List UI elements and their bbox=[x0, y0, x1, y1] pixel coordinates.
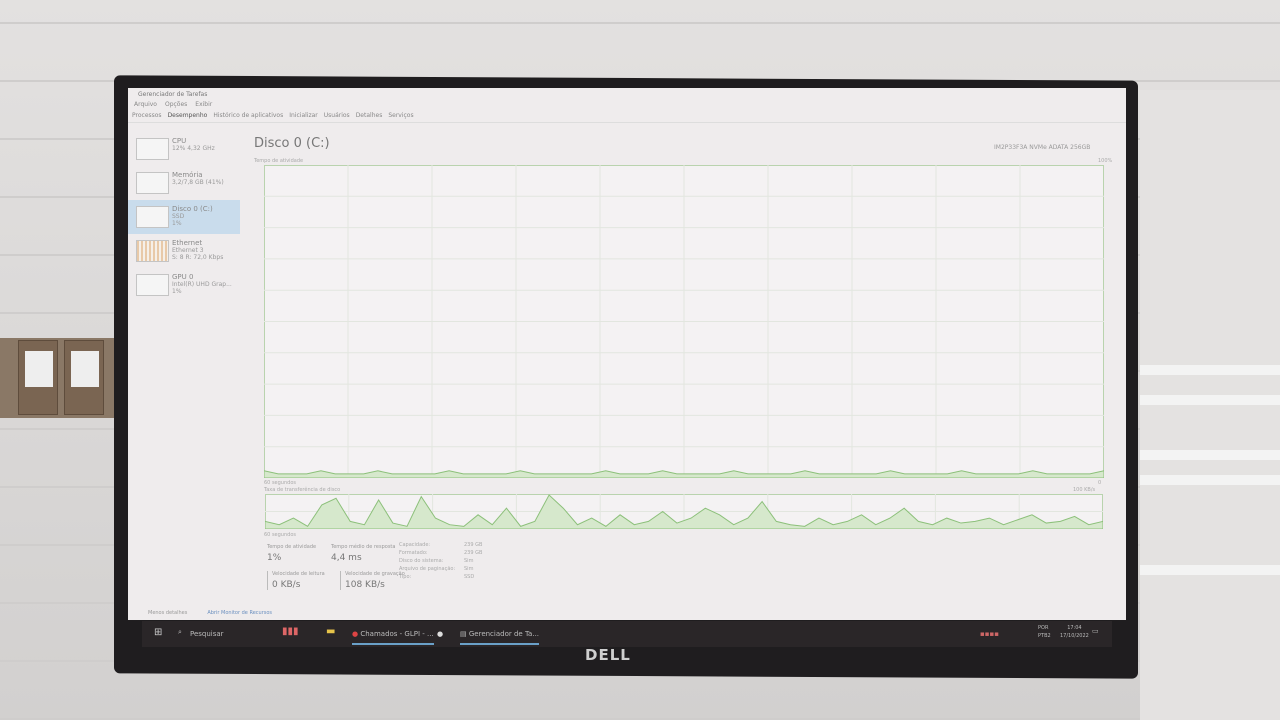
sidebar-item-name: CPU bbox=[172, 137, 187, 145]
sidebar-item-detail: 1% bbox=[172, 288, 182, 295]
property-label: Arquivo de paginação: bbox=[399, 566, 456, 572]
tab-inicializar[interactable]: Inicializar bbox=[289, 112, 318, 119]
thumbnail-graph bbox=[136, 274, 169, 296]
property-value: Sim bbox=[464, 558, 474, 564]
sidebar-item-detail: 12% 4,32 GHz bbox=[172, 145, 215, 152]
chart1-max: 100% bbox=[1098, 158, 1113, 164]
performance-sidebar: CPU 12% 4,32 GHz Memória 3,2/7,8 GB (41%) Di… bbox=[128, 132, 240, 602]
tab-detalhes[interactable]: Detalhes bbox=[356, 112, 383, 119]
task-manager-icon: ▤ bbox=[460, 630, 467, 638]
stat-response-time: Tempo médio de resposta 4,4 ms bbox=[331, 544, 396, 563]
active-time-chart bbox=[264, 165, 1104, 478]
search-icon: ⌕ bbox=[178, 628, 182, 636]
property-label: Formatado: bbox=[399, 550, 428, 556]
tab-desempenho[interactable]: Desempenho bbox=[168, 112, 208, 119]
property-label: Tipo: bbox=[399, 574, 412, 580]
property-value: 239 GB bbox=[464, 542, 483, 548]
app-icon[interactable]: ● bbox=[437, 630, 443, 638]
tab-processos[interactable]: Processos bbox=[132, 112, 162, 119]
sidebar-item[interactable]: Disco 0 (C:) SSD 1% bbox=[128, 200, 240, 234]
menu-bar: Arquivo Opções Exibir bbox=[128, 100, 1126, 109]
sidebar-item-detail: 1% bbox=[172, 220, 182, 227]
chart1-label: Tempo de atividade bbox=[254, 158, 304, 164]
task-manager-window: Gerenciador de Tarefas Arquivo Opções Exib… bbox=[128, 88, 1126, 620]
thumbnail-graph bbox=[136, 240, 169, 262]
sidebar-item-name: Ethernet bbox=[172, 239, 203, 247]
tray-icons[interactable]: ▪▪▪▪ bbox=[980, 630, 999, 638]
thumbnail-graph bbox=[136, 138, 169, 160]
sidebar-item[interactable]: CPU 12% 4,32 GHz bbox=[128, 132, 240, 166]
property-label: Disco do sistema: bbox=[399, 558, 444, 564]
sidebar-item[interactable]: Ethernet Ethernet 3 S: 8 R: 72,0 Kbps bbox=[128, 234, 240, 268]
start-icon[interactable]: ⊞ bbox=[154, 627, 162, 638]
less-details-button[interactable]: Menos detalhes bbox=[148, 610, 187, 616]
right-shelf bbox=[1140, 90, 1280, 720]
sidebar-item-name: Memória bbox=[172, 171, 203, 179]
property-value: Sim bbox=[464, 566, 474, 572]
chart2-max: 100 KB/s bbox=[1073, 487, 1096, 493]
dell-logo: DELL bbox=[585, 646, 631, 664]
stat-active-time: Tempo de atividade 1% bbox=[267, 544, 317, 563]
taskbar: ⊞ ⌕ Pesquisar ▮▮▮ ▬ ● Chamados - GLPI - … bbox=[142, 621, 1112, 647]
chart1-time: 60 segundos bbox=[264, 480, 296, 486]
chart2-time: 60 segundos bbox=[264, 532, 296, 538]
sidebar-item-detail: SSD bbox=[172, 213, 185, 220]
disk-properties: Capacidade: 239 GB Formatado: 239 GB Disco d… bbox=[399, 542, 484, 580]
sidebar-item-detail: Intel(R) UHD Grap... bbox=[172, 281, 232, 288]
sidebar-item-detail: 3,2/7,8 GB (41%) bbox=[172, 179, 224, 186]
tab-serviços[interactable]: Serviços bbox=[388, 112, 413, 119]
chart2-label: Taxa de transferência de disco bbox=[264, 487, 341, 493]
notification-icon[interactable]: ▭ bbox=[1092, 627, 1099, 635]
sidebar-item-detail: Ethernet 3 bbox=[172, 247, 204, 254]
pinned-apps-icon[interactable]: ▮▮▮ bbox=[282, 626, 299, 637]
tab-histórico-de-aplicativos[interactable]: Histórico de aplicativos bbox=[213, 112, 283, 119]
taskbar-search[interactable]: Pesquisar bbox=[190, 630, 224, 638]
page-title: Disco 0 (C:) bbox=[254, 136, 330, 151]
file-explorer-icon[interactable]: ▬ bbox=[326, 626, 335, 637]
tab-bar: Processos Desempenho Histórico de aplicati… bbox=[128, 109, 1126, 123]
binder-box bbox=[64, 340, 104, 415]
taskbar-app-chrome[interactable]: ● Chamados - GLPI - ... bbox=[352, 630, 434, 645]
transfer-rate-chart bbox=[265, 494, 1103, 529]
open-resource-monitor-link[interactable]: Abrir Monitor de Recursos bbox=[207, 610, 272, 616]
thumbnail-graph bbox=[136, 206, 169, 228]
chart1-min: 0 bbox=[1098, 480, 1102, 486]
property-label: Capacidade: bbox=[399, 542, 431, 548]
property-value: SSD bbox=[464, 574, 475, 580]
menu-item[interactable]: Exibir bbox=[195, 101, 212, 108]
binder-box bbox=[18, 340, 58, 415]
disk-model: IM2P33F3A NVMe ADATA 256GB bbox=[994, 144, 1091, 151]
menu-item[interactable]: Opções bbox=[165, 101, 187, 108]
clock[interactable]: 17:04 17/10/2022 bbox=[1060, 624, 1089, 640]
sidebar-item-name: GPU 0 bbox=[172, 273, 194, 281]
property-value: 239 GB bbox=[464, 550, 483, 556]
stat-write-speed: Velocidade de gravação 108 KB/s bbox=[340, 571, 405, 590]
sidebar-item-name: Disco 0 (C:) bbox=[172, 205, 213, 213]
sidebar-item[interactable]: Memória 3,2/7,8 GB (41%) bbox=[128, 166, 240, 200]
sidebar-item-detail: S: 8 R: 72,0 Kbps bbox=[172, 254, 224, 261]
menu-item[interactable]: Arquivo bbox=[134, 101, 157, 108]
tab-usuários[interactable]: Usuários bbox=[324, 112, 350, 119]
taskbar-app-task-manager[interactable]: ▤ Gerenciador de Ta... bbox=[460, 630, 540, 645]
thumbnail-graph bbox=[136, 172, 169, 194]
chrome-icon: ● bbox=[352, 630, 359, 638]
language-indicator[interactable]: POR PTB2 bbox=[1038, 624, 1051, 640]
sidebar-item[interactable]: GPU 0 Intel(R) UHD Grap... 1% bbox=[128, 268, 240, 302]
stat-read-speed: Velocidade de leitura 0 KB/s bbox=[267, 571, 325, 590]
title-bar: Gerenciador de Tarefas bbox=[138, 91, 208, 98]
